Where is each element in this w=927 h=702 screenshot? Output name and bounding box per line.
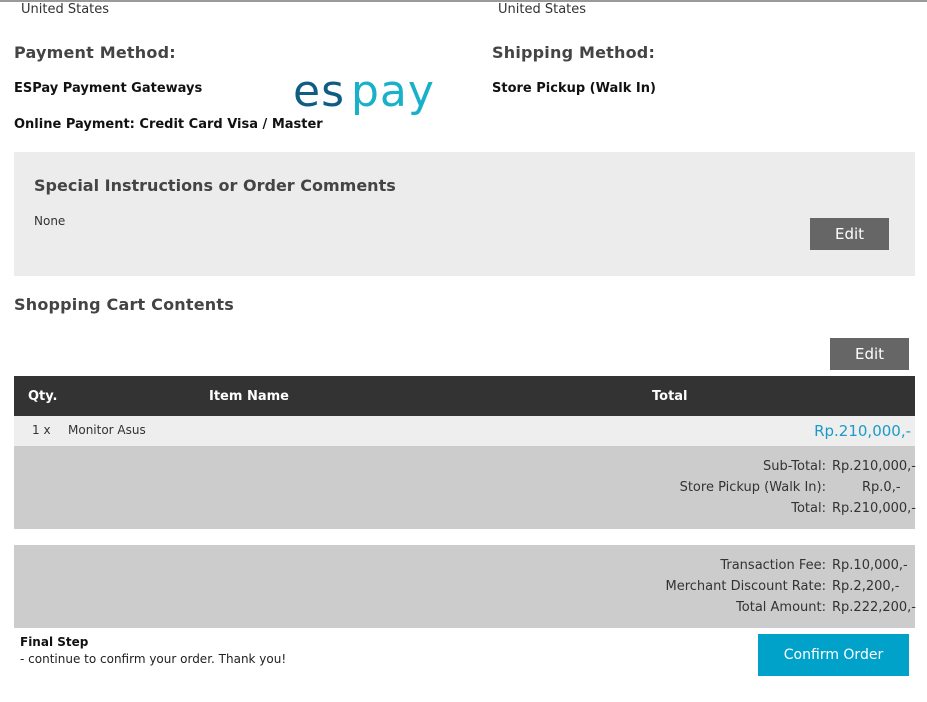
espay-logo: es pay xyxy=(293,70,435,117)
total-line: Total: Rp.210,000,- xyxy=(14,501,916,522)
merchant-discount-value: Rp.2,200,- xyxy=(832,579,900,594)
payment-detail: Online Payment: Credit Card Visa / Maste… xyxy=(14,117,323,132)
column-qty: Qty. xyxy=(28,389,58,404)
shipping-fee-value: Rp.0,- xyxy=(862,480,901,495)
shipping-address-country: United States xyxy=(498,2,587,17)
cart-table: Qty. Item Name Total 1 x Monitor Asus Rp… xyxy=(14,376,915,446)
payment-method-heading: Payment Method: xyxy=(14,43,176,62)
column-item-name: Item Name xyxy=(209,389,289,404)
payment-gateway-name: ESPay Payment Gateways xyxy=(14,81,203,96)
order-comments-panel: Special Instructions or Order Comments N… xyxy=(14,152,915,276)
item-total: Rp.210,000,- xyxy=(814,422,911,440)
order-totals-panel: Sub-Total: Rp.210,000,- Store Pickup (Wa… xyxy=(14,446,916,529)
subtotal-line: Sub-Total: Rp.210,000,- xyxy=(14,459,916,480)
merchant-discount-line: Merchant Discount Rate: Rp.2,200,- xyxy=(14,579,915,600)
subtotal-value: Rp.210,000,- xyxy=(832,459,916,474)
transaction-fee-line: Transaction Fee: Rp.10,000,- xyxy=(14,558,915,579)
total-value: Rp.210,000,- xyxy=(832,501,916,516)
shipping-method-heading: Shipping Method: xyxy=(492,43,656,62)
table-row: 1 x Monitor Asus Rp.210,000,- xyxy=(14,416,915,446)
svg-text:pay: pay xyxy=(351,70,435,117)
total-label: Total: xyxy=(791,501,826,516)
edit-comments-button[interactable]: Edit xyxy=(810,218,889,250)
shipping-method-name: Store Pickup (Walk In) xyxy=(492,81,656,96)
fees-panel: Transaction Fee: Rp.10,000,- Merchant Di… xyxy=(14,545,916,628)
final-step-subtitle: - continue to confirm your order. Thank … xyxy=(20,652,287,666)
order-comments-text: None xyxy=(34,214,66,228)
shipping-fee-line: Store Pickup (Walk In): Rp.0,- xyxy=(14,480,915,501)
confirm-order-button[interactable]: Confirm Order xyxy=(758,634,909,676)
item-name: Monitor Asus xyxy=(68,423,146,437)
total-amount-label: Total Amount: xyxy=(736,600,826,615)
subtotal-label: Sub-Total: xyxy=(763,459,826,474)
cart-table-header: Qty. Item Name Total xyxy=(14,376,915,416)
billing-address-country: United States xyxy=(21,2,110,17)
merchant-discount-label: Merchant Discount Rate: xyxy=(665,579,827,594)
total-amount-value: Rp.222,200,- xyxy=(832,600,916,615)
cart-title: Shopping Cart Contents xyxy=(14,295,234,314)
transaction-fee-value: Rp.10,000,- xyxy=(832,558,908,573)
edit-cart-button[interactable]: Edit xyxy=(830,338,909,370)
svg-text:es: es xyxy=(293,70,345,117)
top-divider xyxy=(0,0,927,2)
shipping-fee-label: Store Pickup (Walk In): xyxy=(679,480,826,495)
final-step-title: Final Step xyxy=(20,635,89,649)
transaction-fee-label: Transaction Fee: xyxy=(720,558,826,573)
column-total: Total xyxy=(652,389,688,404)
total-amount-line: Total Amount: Rp.222,200,- xyxy=(14,600,916,621)
order-comments-title: Special Instructions or Order Comments xyxy=(34,176,396,195)
item-qty: 1 x xyxy=(32,423,51,437)
